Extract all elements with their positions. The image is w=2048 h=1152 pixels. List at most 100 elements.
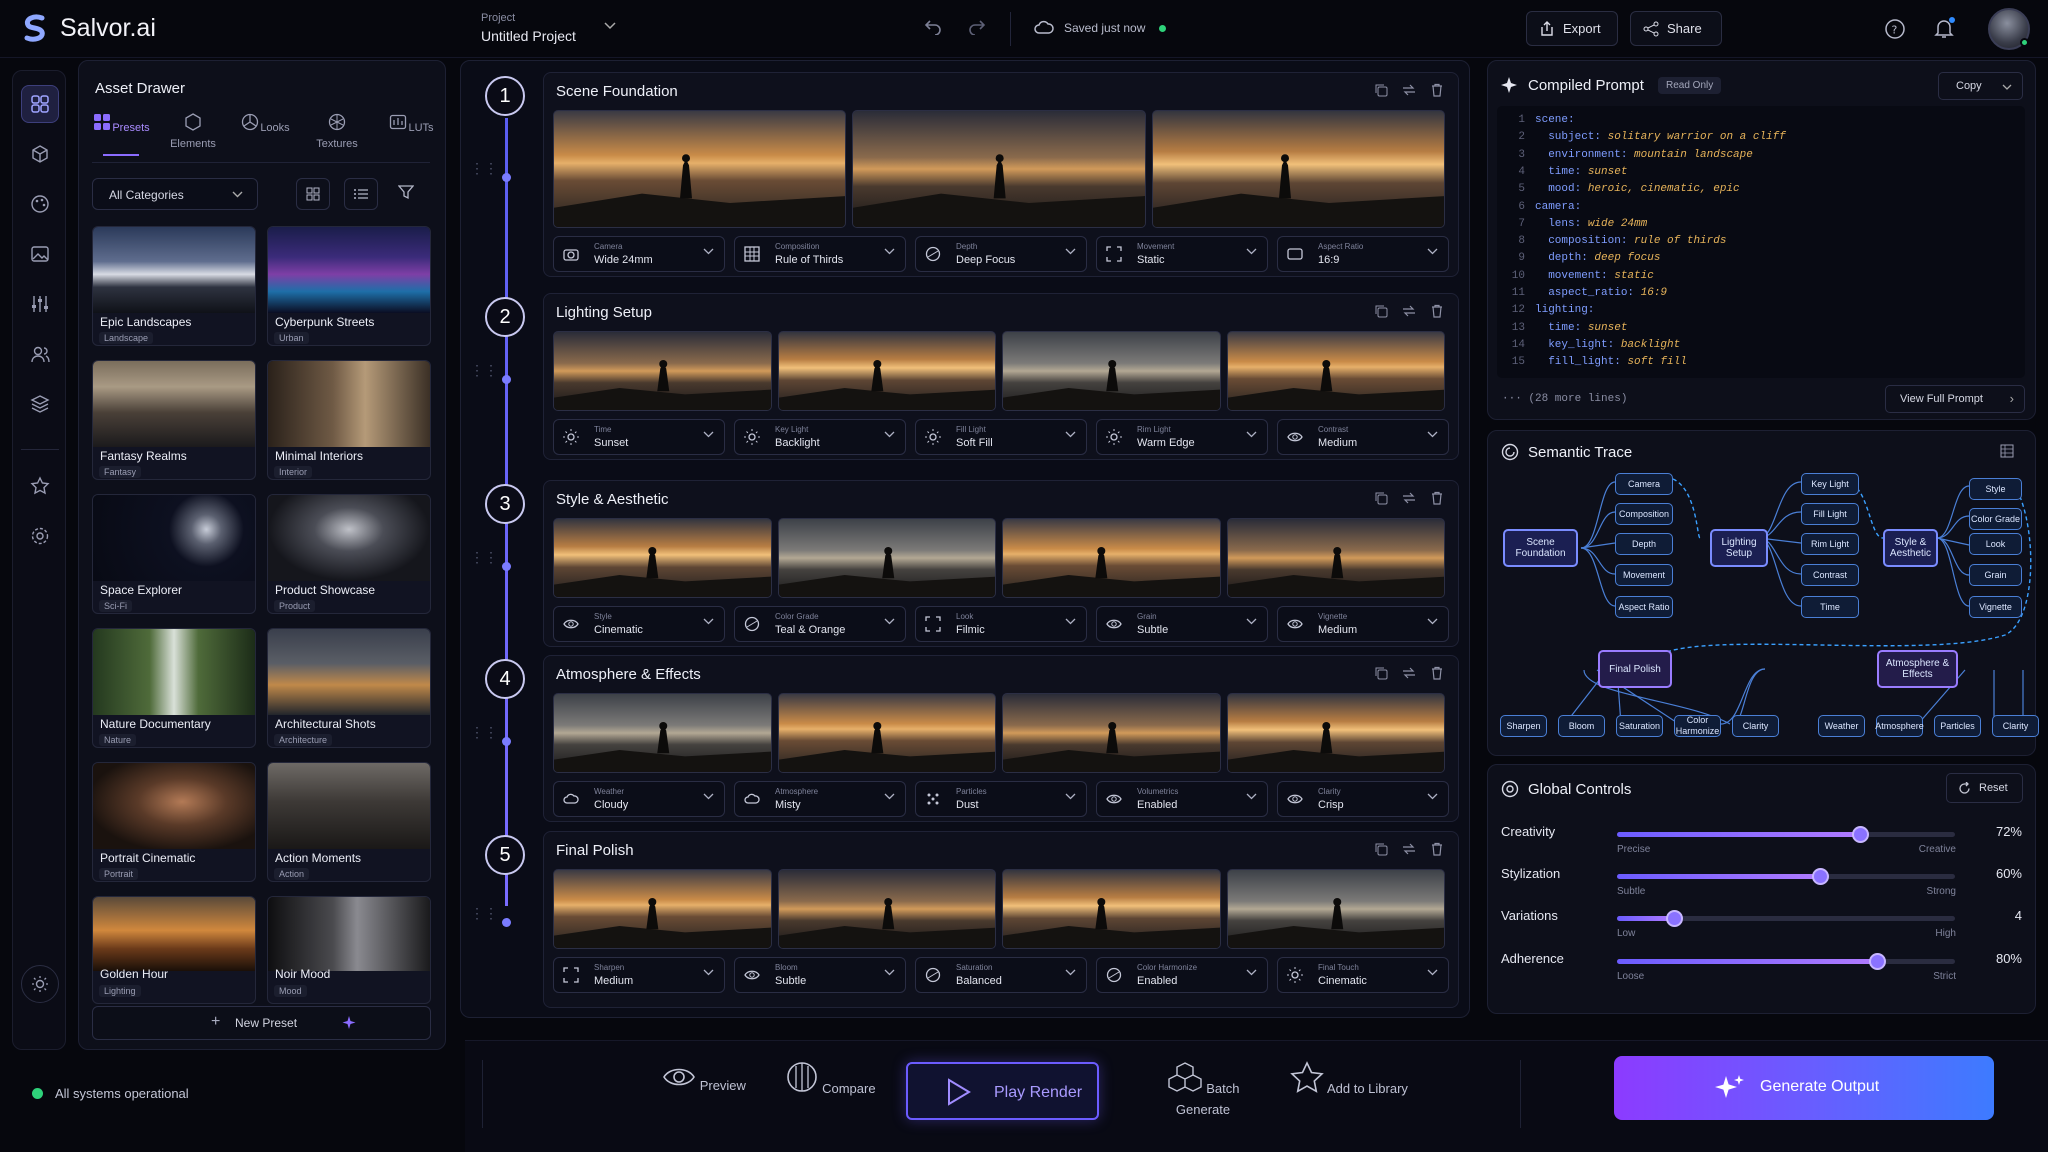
scene-variant-thumbnail[interactable]: [777, 518, 996, 598]
regenerate-icon[interactable]: [1402, 842, 1416, 856]
trace-node-rim-light[interactable]: Rim Light: [1801, 533, 1859, 555]
tab-presets[interactable]: Presets: [91, 112, 151, 156]
scene-variant-thumbnail[interactable]: [1226, 331, 1445, 411]
slider-variations[interactable]: [1617, 910, 1955, 927]
notification-bell-icon[interactable]: [1932, 16, 1956, 40]
control-select-key-light[interactable]: Key Light Backlight: [734, 419, 906, 455]
trace-node-color-grade[interactable]: Color Grade: [1969, 508, 2022, 530]
new-preset-button[interactable]: + New Preset: [92, 1006, 431, 1040]
trace-node-clarity[interactable]: Clarity: [1992, 715, 2039, 737]
preview-button[interactable]: Preview: [644, 1060, 764, 1102]
trace-node-key-light[interactable]: Key Light: [1801, 473, 1859, 495]
control-select-movement[interactable]: Movement Static: [1096, 236, 1268, 272]
trace-node-scene-foundation[interactable]: Scene Foundation: [1503, 529, 1578, 567]
control-select-volumetrics[interactable]: Volumetrics Enabled: [1096, 781, 1268, 817]
control-select-composition[interactable]: Composition Rule of Thirds: [734, 236, 906, 272]
trace-node-grain[interactable]: Grain: [1969, 564, 2022, 586]
scene-variant-thumbnail[interactable]: [553, 331, 772, 411]
preset-card[interactable]: Product Showcase Product: [267, 494, 431, 614]
share-button[interactable]: Share: [1630, 11, 1722, 46]
scene-variant-thumbnail[interactable]: [553, 110, 847, 228]
trace-node-weather[interactable]: Weather: [1818, 715, 1865, 737]
regenerate-icon[interactable]: [1402, 83, 1416, 97]
duplicate-icon[interactable]: [1374, 491, 1388, 505]
preset-card[interactable]: Noir Mood Mood: [267, 896, 431, 1004]
control-select-clarity[interactable]: Clarity Crisp: [1277, 781, 1449, 817]
delete-trash-icon[interactable]: [1430, 491, 1444, 505]
trace-node-style[interactable]: Style: [1969, 478, 2022, 500]
export-button[interactable]: Export: [1526, 11, 1618, 46]
generate-output-button[interactable]: Generate Output: [1614, 1056, 1994, 1120]
tab-luts[interactable]: LUTs: [381, 112, 441, 138]
scene-variant-thumbnail[interactable]: [1226, 518, 1445, 598]
control-select-final-touch[interactable]: Final Touch Cinematic: [1277, 957, 1449, 993]
preset-card[interactable]: Action Moments Action: [267, 762, 431, 882]
slider-creativity[interactable]: [1617, 826, 1955, 843]
chevron-down-icon[interactable]: [604, 22, 616, 30]
trace-node-composition[interactable]: Composition: [1615, 503, 1673, 525]
control-select-weather[interactable]: Weather Cloudy: [553, 781, 725, 817]
scene-variant-thumbnail[interactable]: [852, 110, 1146, 228]
slider-knob[interactable]: [1852, 826, 1869, 843]
trace-node-fill-light[interactable]: Fill Light: [1801, 503, 1859, 525]
trace-node-time[interactable]: Time: [1801, 596, 1859, 618]
trace-node-contrast[interactable]: Contrast: [1801, 564, 1859, 586]
rail-palette-icon[interactable]: [21, 185, 59, 223]
control-select-sharpen[interactable]: Sharpen Medium: [553, 957, 725, 993]
scene-variant-thumbnail[interactable]: [777, 693, 996, 773]
grid-view-toggle-icon[interactable]: [296, 178, 330, 210]
control-select-saturation[interactable]: Saturation Balanced: [915, 957, 1087, 993]
preset-card[interactable]: Cyberpunk Streets Urban: [267, 226, 431, 346]
trace-node-saturation[interactable]: Saturation: [1616, 715, 1663, 737]
category-select[interactable]: All Categories: [92, 178, 258, 210]
scene-variant-thumbnail[interactable]: [1002, 869, 1221, 949]
preset-card[interactable]: Epic Landscapes Landscape: [92, 226, 256, 346]
trace-node-style-aesthetic[interactable]: Style & Aesthetic: [1883, 529, 1938, 567]
scene-variant-thumbnail[interactable]: [1226, 869, 1445, 949]
control-select-contrast[interactable]: Contrast Medium: [1277, 419, 1449, 455]
scene-variant-thumbnail[interactable]: [1226, 693, 1445, 773]
control-select-aspect-ratio[interactable]: Aspect Ratio 16:9: [1277, 236, 1449, 272]
reset-button[interactable]: Reset: [1946, 773, 2023, 803]
scene-variant-thumbnail[interactable]: [777, 331, 996, 411]
copy-dropdown[interactable]: Copy: [1938, 72, 2023, 100]
delete-trash-icon[interactable]: [1430, 83, 1444, 97]
delete-trash-icon[interactable]: [1430, 842, 1444, 856]
trace-node-camera[interactable]: Camera: [1615, 473, 1673, 495]
duplicate-icon[interactable]: [1374, 83, 1388, 97]
scene-variant-thumbnail[interactable]: [553, 518, 772, 598]
rail-users-icon[interactable]: [21, 335, 59, 373]
drag-handle-icon[interactable]: ⋮⋮: [470, 725, 498, 739]
control-select-camera[interactable]: Camera Wide 24mm: [553, 236, 725, 272]
undo-icon[interactable]: [924, 19, 942, 35]
scene-variant-thumbnail[interactable]: [1002, 331, 1221, 411]
slider-knob[interactable]: [1666, 910, 1683, 927]
list-view-toggle-icon[interactable]: [344, 178, 378, 210]
control-select-color-grade[interactable]: Color Grade Teal & Orange: [734, 606, 906, 642]
help-icon[interactable]: ?: [1884, 18, 1906, 40]
rail-theme-sun-icon[interactable]: [21, 965, 59, 1003]
control-select-fill-light[interactable]: Fill Light Soft Fill: [915, 419, 1087, 455]
control-select-particles[interactable]: Particles Dust: [915, 781, 1087, 817]
control-select-grain[interactable]: Grain Subtle: [1096, 606, 1268, 642]
regenerate-icon[interactable]: [1402, 491, 1416, 505]
preset-card[interactable]: Portrait Cinematic Portrait: [92, 762, 256, 882]
regenerate-icon[interactable]: [1402, 666, 1416, 680]
trace-node-final-polish[interactable]: Final Polish: [1598, 650, 1672, 688]
trace-node-atmosphere-effects[interactable]: Atmosphere & Effects: [1877, 650, 1958, 688]
control-select-time[interactable]: Time Sunset: [553, 419, 725, 455]
trace-node-bloom[interactable]: Bloom: [1558, 715, 1605, 737]
control-select-look[interactable]: Look Filmic: [915, 606, 1087, 642]
add-to-library-button[interactable]: Add to Library: [1289, 1060, 1409, 1102]
regenerate-icon[interactable]: [1402, 304, 1416, 318]
duplicate-icon[interactable]: [1374, 666, 1388, 680]
control-select-color-harmonize[interactable]: Color Harmonize Enabled: [1096, 957, 1268, 993]
scene-variant-thumbnail[interactable]: [1151, 110, 1445, 228]
trace-node-movement[interactable]: Movement: [1615, 564, 1673, 586]
control-select-vignette[interactable]: Vignette Medium: [1277, 606, 1449, 642]
tab-elements[interactable]: Elements: [163, 112, 223, 150]
rail-star-icon[interactable]: [21, 467, 59, 505]
rail-layers-icon[interactable]: [21, 385, 59, 423]
scene-variant-thumbnail[interactable]: [553, 693, 772, 773]
rail-cube-icon[interactable]: [21, 135, 59, 173]
